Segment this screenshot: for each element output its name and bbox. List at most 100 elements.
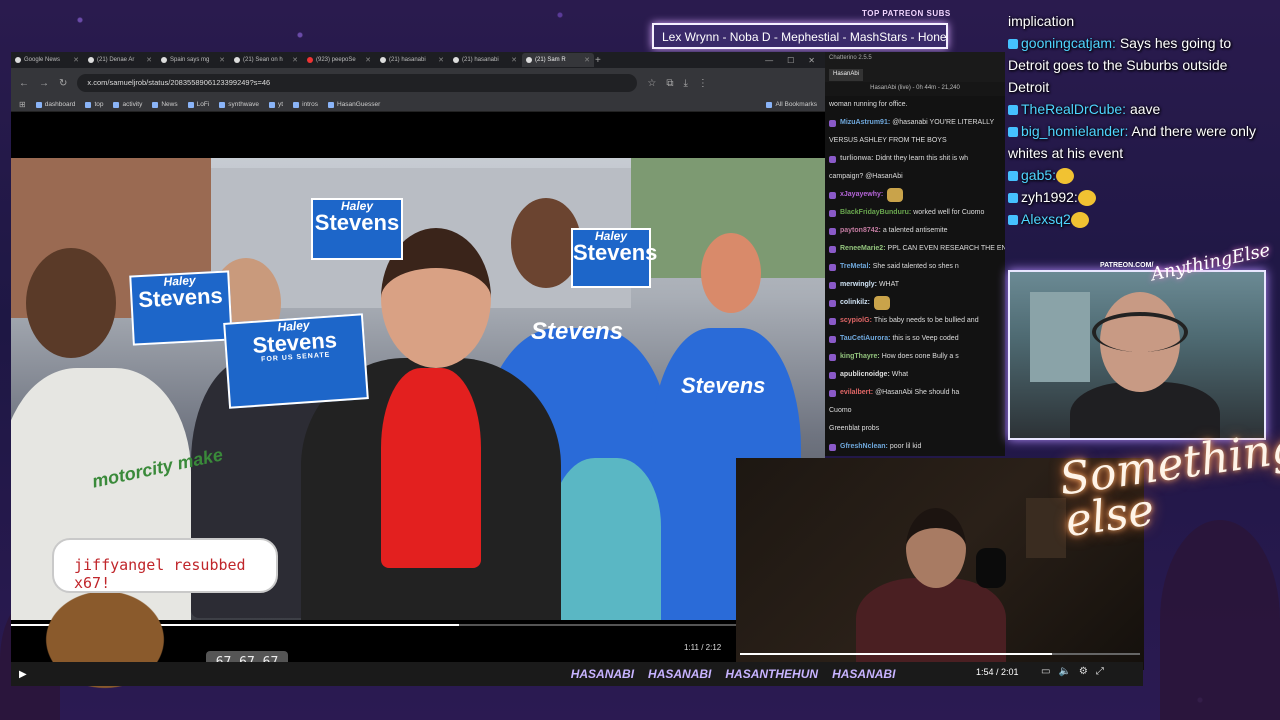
badge-icon	[829, 389, 836, 397]
extensions-icon[interactable]: ⧉	[666, 78, 673, 89]
fullscreen-icon[interactable]: ⤢	[1096, 666, 1104, 677]
bookmark-item[interactable]: News	[152, 101, 178, 108]
chat-message: Greenblat probs	[825, 420, 1005, 438]
close-icon[interactable]: ✕	[438, 56, 444, 64]
folder-icon	[766, 101, 773, 108]
shirt-text: Stevens	[681, 373, 766, 398]
chat-username[interactable]: kingThayre:	[840, 351, 880, 363]
badge-icon	[829, 209, 836, 217]
browser-tab[interactable]: Google News ✕	[11, 53, 83, 67]
child-teal-shirt	[551, 458, 661, 620]
badge-icon	[1008, 215, 1018, 226]
chat-username[interactable]: TreMetal:	[840, 261, 871, 273]
overlay-chat-username: Alexsq2	[1021, 211, 1071, 227]
overlay-chat-text: implication	[1008, 13, 1075, 29]
menu-icon[interactable]: ⋮	[698, 78, 708, 89]
badge-icon	[1008, 127, 1018, 138]
chat-username[interactable]: evilalbert:	[840, 387, 873, 399]
bookmark-item[interactable]: synthwave	[219, 101, 259, 108]
overlay-chat-username: zyh1992:	[1021, 189, 1078, 205]
reload-icon[interactable]: ↻	[59, 78, 67, 89]
close-icon[interactable]: ✕	[292, 56, 298, 64]
bookmark-item[interactable]: HasanGuesser	[327, 101, 380, 108]
bookmark-label: synthwave	[228, 101, 259, 108]
emote-icon	[1056, 168, 1075, 185]
close-icon[interactable]: ✕	[365, 56, 371, 64]
maximize-icon[interactable]: ☐	[787, 56, 794, 65]
x-icon	[88, 57, 94, 63]
chat-username[interactable]: MizuAstrum91:	[840, 117, 890, 129]
sign-line2: Stevens	[314, 210, 400, 235]
chat-message: Cuomo	[825, 402, 1005, 420]
chat-username[interactable]: turlionwa:	[840, 153, 873, 165]
campaign-sign: Haley Stevens	[311, 198, 403, 260]
address-bar: ← → ↻ x.com/samueljrob/status/2083558906…	[11, 68, 825, 98]
close-window-icon[interactable]: ✕	[808, 56, 815, 65]
headphones-icon	[1092, 312, 1188, 352]
browser-tab[interactable]: (21) Denae Ar ✕	[84, 53, 156, 67]
bookmark-item[interactable]: top	[85, 101, 103, 108]
ticker-item: HASANTHEHUN	[725, 667, 819, 681]
chat-username[interactable]: apublicnoidge:	[840, 369, 890, 381]
browser-tab[interactable]: (21) hasanabi ✕	[376, 53, 448, 67]
apps-icon[interactable]: ⊞	[19, 100, 26, 109]
alert-user: jiffyangel	[74, 556, 165, 574]
chat-message: GfreshNclean: poor lil kid	[825, 438, 1005, 456]
chat-text: PPL CAN EVEN RESEARCH THE ENEMY LMAOOOO	[887, 245, 1005, 252]
bookmark-item[interactable]: yt	[269, 101, 283, 108]
download-icon[interactable]: ⤓	[684, 78, 688, 89]
browser-tab[interactable]: (21) Sean on h ✕	[230, 53, 302, 67]
chat-message: BlackFridayBunduru: worked well for Cuomo	[825, 204, 1005, 222]
bookmark-icon	[219, 101, 226, 108]
captions-icon[interactable]: ▭	[1041, 666, 1050, 677]
sub-alert-bubble: jiffyangel resubbed x67!	[52, 538, 278, 593]
chat-message: VERSUS ASHLEY FROM THE BOYS	[825, 132, 1005, 150]
overlay-chat-line: gooningcatjam: Says hes going to Detroit…	[1008, 32, 1266, 98]
url-input[interactable]: x.com/samueljrob/status/2083558906123399…	[77, 74, 638, 92]
chat-username[interactable]: scypiolG:	[840, 315, 872, 327]
chat-username[interactable]: colinkilz:	[840, 297, 870, 309]
badge-icon	[1008, 193, 1018, 204]
forward-icon[interactable]: →	[39, 78, 49, 89]
volume-icon[interactable]: 🔈	[1058, 666, 1070, 677]
browser-tab[interactable]: (923) peepoSe ✕	[303, 53, 375, 67]
new-tab-icon[interactable]: +	[595, 55, 601, 66]
close-icon[interactable]: ✕	[219, 56, 225, 64]
minimize-icon[interactable]: —	[765, 56, 773, 65]
play-icon[interactable]: ▶	[19, 669, 27, 680]
bookmark-item[interactable]: intros	[293, 101, 318, 108]
browser-tab[interactable]: (21) hasanabi ✕	[449, 53, 521, 67]
chat-username[interactable]: ReneeMarie2:	[840, 243, 886, 255]
browser-tab-active[interactable]: (21) Sam R ✕	[522, 53, 594, 67]
bookmark-item[interactable]: activity	[113, 101, 142, 108]
chat-username[interactable]: payton8742:	[840, 225, 881, 237]
all-bookmarks[interactable]: All Bookmarks	[766, 101, 817, 108]
chat-username[interactable]: merwingly:	[840, 279, 877, 291]
chat-message: payton8742: a talented antisemite	[825, 222, 1005, 240]
badge-icon	[1008, 171, 1018, 182]
chat-message-list: woman running for office. MizuAstrum91: @h…	[825, 96, 1005, 456]
bookmark-item[interactable]: dashboard	[35, 101, 75, 108]
browser-tab[interactable]: Spain says mg ✕	[157, 53, 229, 67]
settings-icon[interactable]: ⚙	[1079, 666, 1088, 677]
close-icon[interactable]: ✕	[73, 56, 79, 64]
close-icon[interactable]: ✕	[584, 56, 590, 64]
close-icon[interactable]: ✕	[146, 56, 152, 64]
back-icon[interactable]: ←	[19, 78, 29, 89]
chat-username[interactable]: GfreshNclean:	[840, 441, 888, 453]
chat-username[interactable]: TauCetiAurora:	[840, 333, 890, 345]
hasan-video-progress[interactable]	[740, 653, 1140, 655]
bookmark-item[interactable]: LoFi	[187, 101, 209, 108]
star-icon[interactable]: ☆	[647, 78, 656, 89]
bookmark-label: News	[161, 101, 178, 108]
patreon-subs-ticker: Lex Wrynn - Noba D - Mephestial - MashSt…	[652, 23, 948, 49]
lamp-background	[1026, 498, 1066, 558]
chat-username[interactable]: BlackFridayBunduru:	[840, 207, 911, 219]
chat-message: woman running for office.	[825, 96, 1005, 114]
chat-tab-bar: HasanAbi	[825, 68, 1005, 82]
ticker-item: HASANABI	[832, 667, 896, 681]
chat-username[interactable]: xJayayewhy:	[840, 189, 883, 201]
chat-tab[interactable]: HasanAbi	[829, 69, 864, 81]
close-icon[interactable]: ✕	[511, 56, 517, 64]
badge-icon	[1008, 105, 1018, 116]
